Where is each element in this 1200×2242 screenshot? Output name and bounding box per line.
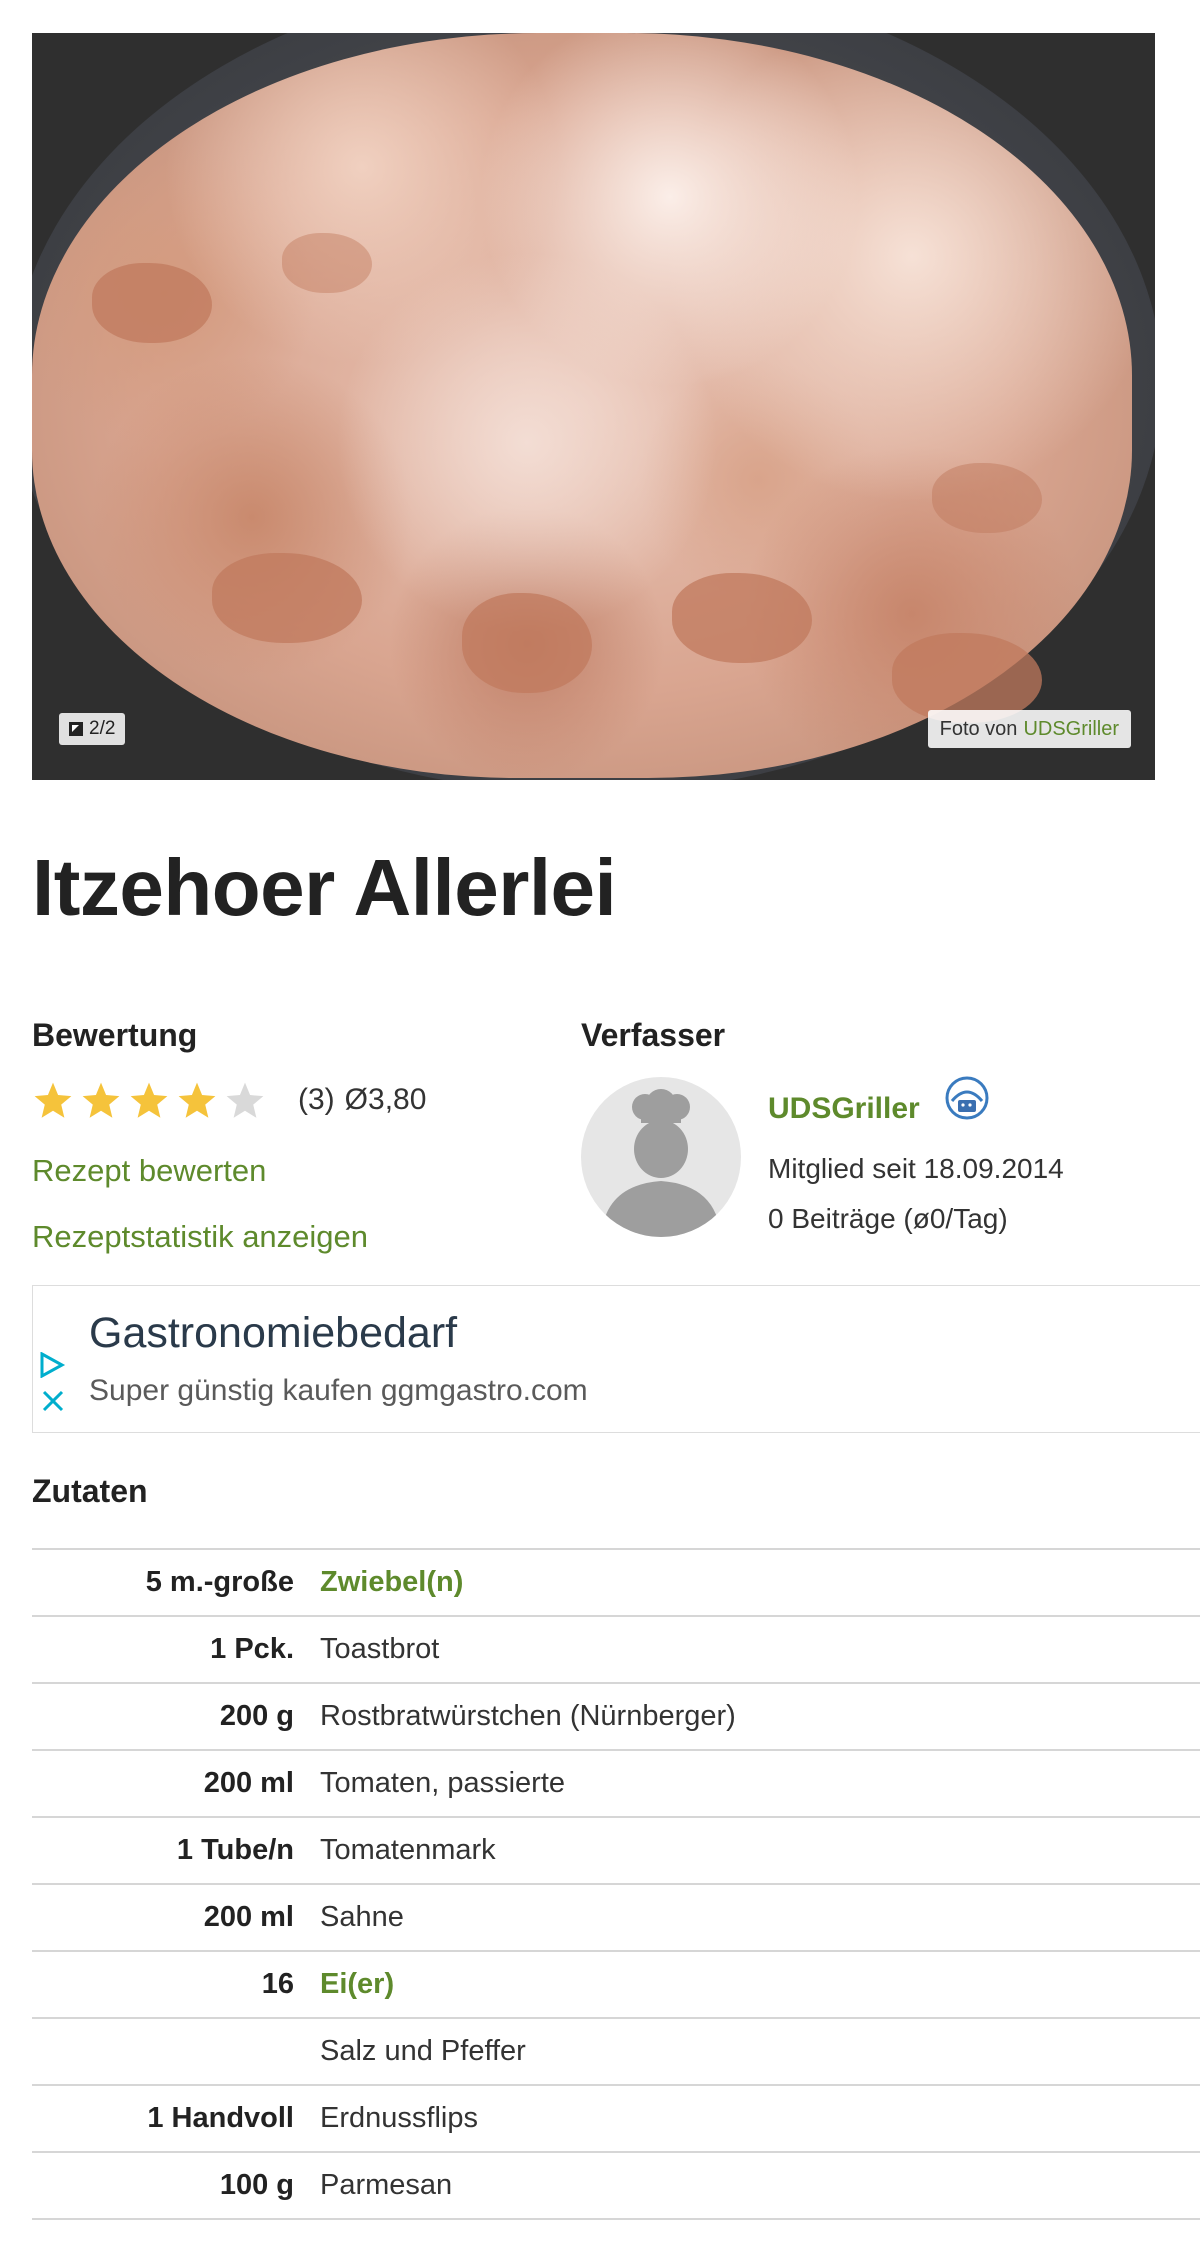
- ingredient-amount: [32, 2018, 314, 2085]
- author-name-link[interactable]: UDSGriller: [768, 1092, 920, 1126]
- food-lump: [282, 233, 372, 293]
- photo-credit: Foto von UDSGriller: [927, 710, 1131, 748]
- ingredient-row: 16 Ei(er): [32, 1951, 1200, 2018]
- ad-description-text: Super günstig kaufen: [89, 1374, 373, 1407]
- recipe-stats-link[interactable]: Rezeptstatistik anzeigen: [32, 1219, 368, 1255]
- star-filled-icon: [82, 1082, 120, 1118]
- star-filled-icon: [34, 1082, 72, 1118]
- chef-silhouette-icon: [601, 1089, 721, 1237]
- author-member-since: Mitglied seit 18.09.2014: [768, 1153, 1064, 1184]
- photo-credit-prefix: Foto von: [939, 717, 1018, 740]
- ingredient-row: 5 m.-große Zwiebel(n): [32, 1549, 1200, 1616]
- ingredient-name: Erdnussflips: [320, 2102, 478, 2134]
- ingredient-name-link[interactable]: Zwiebel(n): [314, 1549, 1200, 1616]
- rating-count: (3): [298, 1083, 335, 1116]
- expand-icon: [69, 722, 83, 736]
- ingredient-amount: 1 Pck.: [210, 1633, 294, 1665]
- ingredient-name: Tomaten, passierte: [320, 1767, 566, 1799]
- ingredient-amount: 1 Handvoll: [147, 2102, 294, 2134]
- author-post-count: 0 Beiträge (ø0/Tag): [768, 1203, 1008, 1234]
- recipe-photo[interactable]: 2/2 Foto von UDSGriller: [32, 33, 1155, 780]
- recipe-title: Itzehoer Allerlei: [32, 843, 617, 932]
- star-filled-icon: [130, 1082, 168, 1118]
- rating-average: Ø3,80: [344, 1083, 427, 1116]
- rating-summary: (3) Ø3,80: [298, 1083, 426, 1117]
- ingredient-amount: 200 ml: [203, 1901, 294, 1933]
- ad-title[interactable]: Gastronomiebedarf: [89, 1309, 457, 1358]
- ingredient-row: 200 g Rostbratwürstchen (Nürnberger): [32, 1683, 1200, 1750]
- ingredients-table: 5 m.-große Zwiebel(n) 1 Pck. Toastbrot 200 g…: [32, 1548, 1200, 2220]
- ad-choices-icon[interactable]: [38, 1352, 66, 1378]
- ingredient-row: 200 ml Tomaten, passierte: [32, 1750, 1200, 1817]
- ingredient-row: 1 Tube/n Tomatenmark: [32, 1817, 1200, 1884]
- ingredient-row: 1 Pck. Toastbrot: [32, 1616, 1200, 1683]
- ingredient-amount: 5 m.-große: [145, 1566, 294, 1598]
- food-lump: [212, 553, 362, 643]
- ingredient-amount: 16: [261, 1968, 294, 2000]
- ad-description: Super günstig kaufen ggmgastro.com: [89, 1374, 588, 1408]
- ingredient-amount: 200 g: [219, 1700, 294, 1732]
- ad-close-icon[interactable]: [40, 1388, 66, 1414]
- rating-heading: Bewertung: [32, 1017, 198, 1053]
- star-empty-icon: [226, 1082, 264, 1118]
- ingredient-amount: 200 ml: [203, 1767, 294, 1799]
- ingredient-row: 200 ml Sahne: [32, 1884, 1200, 1951]
- rate-recipe-link[interactable]: Rezept bewerten: [32, 1153, 266, 1189]
- ingredient-name: Salz und Pfeffer: [320, 2035, 526, 2067]
- ingredient-amount: 100 g: [219, 2169, 294, 2201]
- ad-url[interactable]: ggmgastro.com: [381, 1374, 588, 1407]
- food-lump: [92, 263, 212, 343]
- author-heading: Verfasser: [581, 1017, 726, 1053]
- star-filled-icon: [178, 1082, 216, 1118]
- ingredient-row: Salz und Pfeffer: [32, 2018, 1200, 2085]
- ingredient-amount: 1 Tube/n: [176, 1834, 294, 1866]
- ingredient-name: Toastbrot: [320, 1633, 440, 1665]
- food-lump: [462, 593, 592, 693]
- photo-counter-badge[interactable]: 2/2: [59, 713, 126, 745]
- user-level-badge-icon: [945, 1076, 989, 1120]
- food-lump: [932, 463, 1042, 533]
- ingredient-name-link[interactable]: Ei(er): [314, 1951, 1200, 2018]
- photo-counter: 2/2: [89, 718, 116, 739]
- rating-stars[interactable]: [32, 1080, 266, 1122]
- author-avatar[interactable]: [581, 1077, 741, 1237]
- ingredient-name: Rostbratwürstchen (Nürnberger): [320, 1700, 736, 1732]
- ad-banner[interactable]: Gastronomiebedarf Super günstig kaufen g…: [32, 1285, 1200, 1433]
- ingredient-name: Sahne: [320, 1901, 404, 1933]
- ingredients-heading: Zutaten: [32, 1473, 148, 1509]
- ingredient-row: 100 g Parmesan: [32, 2152, 1200, 2219]
- ingredient-name: Parmesan: [320, 2169, 453, 2201]
- ingredient-name: Tomatenmark: [320, 1834, 496, 1866]
- ingredient-row: 1 Handvoll Erdnussflips: [32, 2085, 1200, 2152]
- photo-credit-author-link[interactable]: UDSGriller: [1023, 718, 1119, 741]
- food-lump: [672, 573, 812, 663]
